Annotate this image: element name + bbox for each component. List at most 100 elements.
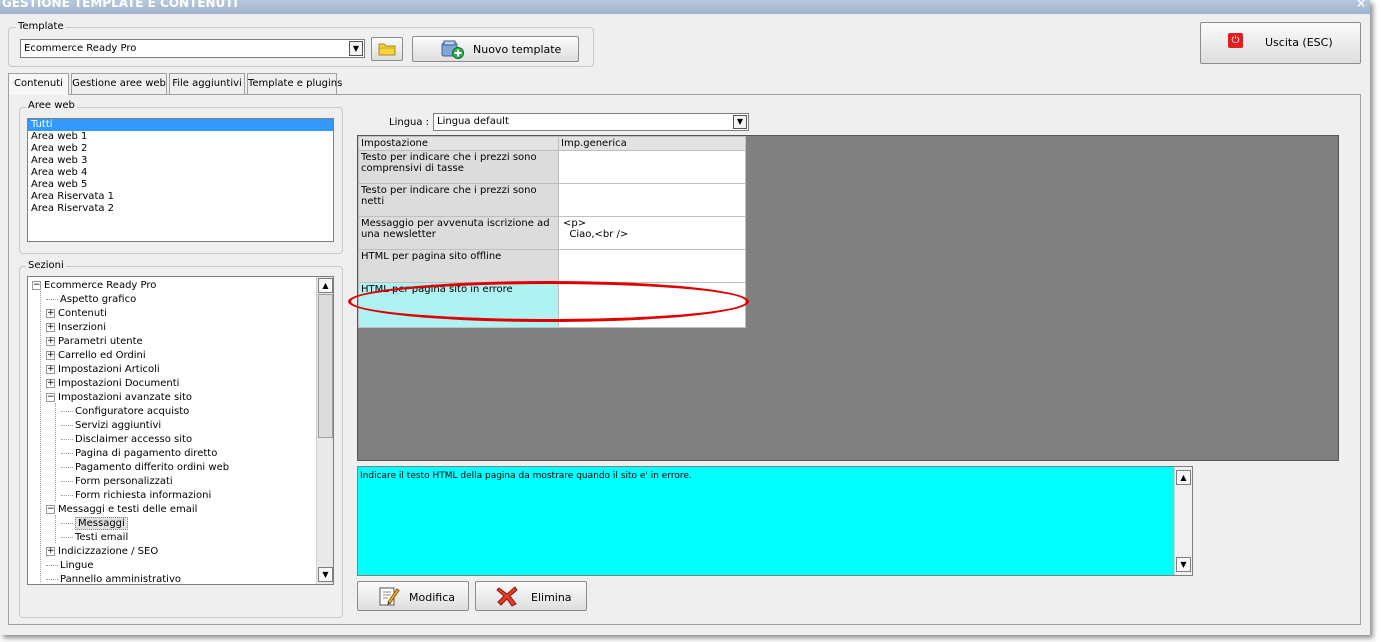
grid-cell-setting[interactable]: HTML per pagina sito offline	[358, 249, 559, 283]
tree-item[interactable]: Testi email	[61, 531, 128, 545]
new-template-button[interactable]: Nuovo template	[412, 36, 579, 62]
grid-cell-setting[interactable]: Messaggio per avvenuta iscrizione ad una…	[358, 216, 559, 250]
tree-item[interactable]: + Parametri utente	[46, 335, 143, 349]
tree-item-label: Testi email	[75, 532, 129, 543]
expand-icon[interactable]: +	[46, 546, 55, 556]
tree-connector	[61, 494, 73, 496]
grid-cell-setting[interactable]: Testo per indicare che i prezzi sono net…	[358, 183, 559, 217]
tree-item[interactable]: Lingue	[46, 559, 94, 573]
tree-item[interactable]: + Contenuti	[46, 307, 107, 321]
expand-icon[interactable]: +	[46, 350, 55, 360]
tree-item[interactable]: Messaggi	[61, 517, 128, 531]
expand-icon[interactable]: +	[46, 322, 55, 332]
column-header-impostazione[interactable]: Impostazione	[358, 136, 559, 151]
chevron-down-icon[interactable]: ▼	[733, 115, 747, 129]
list-item[interactable]: Area Riservata 2	[28, 203, 333, 215]
tree-item[interactable]: − Messaggi e testi delle email	[46, 503, 197, 517]
tree-item[interactable]: Pagina di pagamento diretto	[61, 447, 217, 461]
tree-connector	[61, 438, 73, 440]
grid-cell-value[interactable]	[558, 150, 746, 184]
open-folder-button[interactable]	[371, 37, 403, 61]
table-row[interactable]: Messaggio per avvenuta iscrizione ad una…	[358, 216, 746, 250]
tree-item[interactable]: Servizi aggiuntivi	[61, 419, 161, 433]
collapse-icon[interactable]: −	[32, 280, 41, 290]
table-row[interactable]: HTML per pagina sito offline	[358, 249, 746, 283]
grid-header-row: Impostazione Imp.generica	[358, 136, 746, 151]
list-item[interactable]: Tutti	[28, 119, 333, 131]
close-icon[interactable]: ×	[1356, 0, 1366, 9]
scroll-down-icon[interactable]: ▼	[318, 567, 333, 582]
tree-item[interactable]: Pagamento differito ordini web	[61, 461, 229, 475]
tree-item[interactable]: Disclaimer accesso sito	[61, 433, 192, 447]
aree-web-list[interactable]: Tutti Area web 1 Area web 2 Area web 3 A…	[27, 118, 334, 242]
scroll-up-icon[interactable]: ▲	[1176, 470, 1191, 485]
scroll-thumb[interactable]	[318, 294, 333, 438]
grid-cell-setting[interactable]: Testo per indicare che i prezzi sono com…	[358, 150, 559, 184]
chevron-down-icon[interactable]: ▼	[349, 41, 363, 56]
lingua-select[interactable]: Lingua default ▼	[433, 113, 749, 131]
tree-item[interactable]: Pannello amministrativo	[46, 573, 182, 585]
tree-item[interactable]: + Impostazioni Articoli	[46, 363, 160, 377]
title-bar: GESTIONE TEMPLATE E CONTENUTI ×	[0, 0, 1370, 14]
tab-file-aggiuntivi[interactable]: File aggiuntivi	[169, 73, 245, 94]
grid-cell-value[interactable]: <p> Ciao,<br />	[558, 216, 746, 250]
template-select[interactable]: Ecommerce Ready Pro ▼	[20, 39, 365, 58]
tree-item-label: Messaggi e testi delle email	[58, 504, 198, 515]
new-template-label: Nuovo template	[473, 43, 562, 56]
modify-button[interactable]: Modifica	[357, 581, 469, 611]
description-scrollbar[interactable]: ▲ ▼	[1174, 467, 1192, 575]
tree-item-label: Form personalizzati	[75, 476, 173, 487]
delete-icon	[496, 586, 518, 607]
exit-button[interactable]: ⏻ Uscita (ESC)	[1200, 22, 1361, 64]
list-item[interactable]: Area Riservata 1	[28, 191, 333, 203]
tree-connector	[61, 424, 73, 426]
tree-connector	[61, 452, 73, 454]
tree-line	[55, 515, 56, 543]
expand-icon[interactable]: +	[46, 336, 55, 346]
tree-scrollbar[interactable]: ▲ ▼	[316, 277, 333, 584]
tree-connector	[61, 410, 73, 412]
collapse-icon[interactable]: −	[46, 504, 55, 514]
lingua-select-value: Lingua default	[437, 116, 509, 127]
main-window: GESTIONE TEMPLATE E CONTENUTI × Template…	[0, 0, 1370, 635]
tree-item[interactable]: Form richiesta informazioni	[61, 489, 211, 503]
column-header-imp-generica[interactable]: Imp.generica	[558, 136, 746, 151]
tree-item[interactable]: + Impostazioni Documenti	[46, 377, 179, 391]
expand-icon[interactable]: +	[46, 308, 55, 318]
tree-item[interactable]: − Ecommerce Ready Pro	[32, 279, 156, 293]
tab-contenuti[interactable]: Contenuti	[8, 73, 69, 95]
expand-icon[interactable]: +	[46, 378, 55, 388]
list-item[interactable]: Area web 3	[28, 155, 333, 167]
tree-item[interactable]: Aspetto grafico	[46, 293, 136, 307]
tree-item[interactable]: + Carrello ed Ordini	[46, 349, 146, 363]
edit-icon	[379, 587, 400, 606]
tree-item-label: Carrello ed Ordini	[58, 350, 146, 361]
aree-web-group-label: Aree web	[26, 100, 77, 111]
collapse-icon[interactable]: −	[46, 392, 55, 402]
list-item[interactable]: Area web 2	[28, 143, 333, 155]
tree-connector	[46, 578, 58, 580]
table-row[interactable]: Testo per indicare che i prezzi sono com…	[358, 150, 746, 184]
tree-item-label: Pannello amministrativo	[60, 574, 182, 585]
expand-icon[interactable]: +	[46, 364, 55, 374]
scroll-down-icon[interactable]: ▼	[1176, 557, 1191, 572]
tab-template-e-plugins[interactable]: Template e plugins	[247, 73, 342, 94]
tab-gestione-aree-web[interactable]: Gestione aree web	[71, 73, 167, 94]
list-item[interactable]: Area web 4	[28, 167, 333, 179]
description-text: Indicare il testo HTML della pagina da m…	[360, 471, 692, 481]
sezioni-tree[interactable]: − Ecommerce Ready Pro Aspetto grafico + Cont…	[27, 276, 334, 585]
tree-item[interactable]: + Indicizzazione / SEO	[46, 545, 158, 559]
tree-item[interactable]: + Inserzioni	[46, 321, 106, 335]
delete-button[interactable]: Elimina	[475, 581, 587, 611]
tree-item[interactable]: − Impostazioni avanzate sito	[46, 391, 192, 405]
list-item[interactable]: Area web 1	[28, 131, 333, 143]
table-row[interactable]: Testo per indicare che i prezzi sono net…	[358, 183, 746, 217]
scroll-up-icon[interactable]: ▲	[318, 278, 333, 293]
grid-cell-value[interactable]	[558, 249, 746, 283]
template-select-value: Ecommerce Ready Pro	[24, 43, 137, 54]
tree-item[interactable]: Configuratore acquisto	[61, 405, 189, 419]
tree-item-label: Aspetto grafico	[60, 294, 137, 305]
list-item[interactable]: Area web 5	[28, 179, 333, 191]
grid-cell-value[interactable]	[558, 183, 746, 217]
tree-item[interactable]: Form personalizzati	[61, 475, 173, 489]
